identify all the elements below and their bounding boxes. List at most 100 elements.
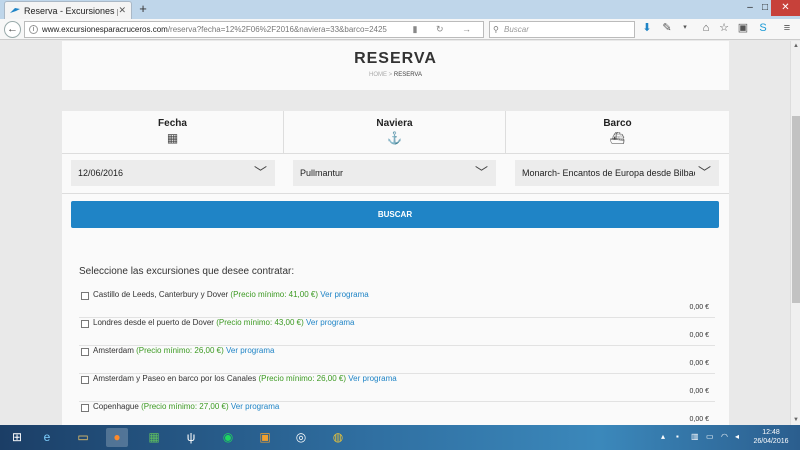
divider — [62, 193, 729, 194]
breadcrumb: HOME > RESERVA — [62, 72, 729, 78]
tab-close-icon[interactable]: ✕ — [118, 5, 126, 16]
ver-programa-link[interactable]: Ver programa — [306, 318, 354, 327]
list-item: Amsterdam y Paseo en barco por los Canal… — [79, 374, 715, 402]
scroll-down-icon[interactable]: ▼ — [791, 415, 800, 425]
scroll-up-icon[interactable]: ▲ — [791, 41, 800, 51]
skype-icon[interactable]: S — [757, 22, 769, 34]
excursion-price: (Precio mínimo: 43,00 €) — [216, 318, 304, 327]
fecha-label: Fecha — [158, 118, 187, 129]
excursion-amount: 0,00 € — [689, 416, 709, 423]
network-icon[interactable]: ▥ — [691, 432, 699, 441]
windows-start-icon[interactable]: ⊞ — [6, 428, 28, 447]
dropdown-arrow-icon[interactable]: ▾ — [679, 22, 691, 34]
excursion-checkbox[interactable] — [81, 376, 89, 384]
divider — [62, 153, 729, 154]
excursion-checkbox[interactable] — [81, 348, 89, 356]
excursion-checkbox[interactable] — [81, 292, 89, 300]
search-icon: ⚲ — [493, 25, 499, 34]
excursion-checkbox[interactable] — [81, 320, 89, 328]
fecha-column: Fecha ▦ — [62, 111, 284, 153]
ver-programa-link[interactable]: Ver programa — [231, 402, 279, 411]
chevron-down-icon: ﹀ — [474, 165, 488, 180]
url-path: /reserva?fecha=12%2F06%2F2016&naviera=33… — [167, 25, 387, 34]
battery-icon[interactable]: ▭ — [706, 432, 714, 441]
clipboard-icon[interactable]: ▣ — [737, 22, 749, 34]
barco-label: Barco — [603, 118, 632, 129]
search-input[interactable]: ⚲ Buscar — [489, 21, 635, 38]
system-clock[interactable]: 12:48 26/04/2016 — [748, 428, 794, 446]
file-explorer-icon[interactable]: ▭ — [72, 428, 94, 447]
excursion-amount: 0,00 € — [689, 360, 709, 367]
excursion-name: Copenhague — [93, 402, 139, 411]
download-icon[interactable]: ⬇ — [641, 22, 653, 34]
barco-column: Barco ⛴ — [506, 111, 729, 153]
excursion-name: Londres desde el puerto de Dover — [93, 318, 214, 327]
ver-programa-link[interactable]: Ver programa — [348, 374, 396, 383]
ver-programa-link[interactable]: Ver programa — [226, 346, 274, 355]
info-icon[interactable]: i — [29, 25, 38, 34]
naviera-select[interactable]: Pullmantur ﹀ — [293, 160, 496, 186]
naviera-column: Naviera ⚓ — [284, 111, 506, 153]
reload-icon[interactable]: ▮ ↻ → — [413, 24, 480, 35]
firefox-icon[interactable]: ● — [106, 428, 128, 447]
excursion-price: (Precio mínimo: 26,00 €) — [136, 346, 224, 355]
tab-title: Reserva - Excursiones para... — [24, 5, 118, 16]
wifi-icon[interactable]: ◠ — [721, 432, 728, 441]
address-bar[interactable]: i www.excursionesparacruceros.com /reser… — [24, 21, 484, 38]
bookmark-star-icon[interactable]: ☆ — [718, 22, 730, 34]
browser-tab[interactable]: Reserva - Excursiones para... ✕ — [4, 1, 132, 19]
food-drink-icon[interactable]: ψ — [180, 428, 202, 447]
scrollbar-thumb[interactable] — [792, 116, 800, 303]
spotify-icon[interactable]: ◉ — [217, 428, 239, 447]
back-button[interactable]: ← — [4, 21, 21, 38]
close-window-button[interactable]: ✕ — [771, 0, 800, 16]
list-item: Copenhague (Precio mínimo: 27,00 €) Ver … — [79, 402, 715, 425]
store-icon[interactable]: ▦ — [143, 428, 165, 447]
site-favicon-icon — [10, 8, 20, 13]
tray-expand-icon[interactable]: ▴ — [661, 432, 665, 441]
page-title: RESERVA — [354, 50, 437, 67]
tray-app-icon[interactable]: ▪ — [676, 432, 679, 441]
ver-programa-link[interactable]: Ver programa — [320, 290, 368, 299]
new-tab-button[interactable]: + — [136, 2, 150, 16]
excursion-intro: Seleccione las excursiones que desee con… — [79, 266, 295, 277]
excursion-price: (Precio mínimo: 41,00 €) — [230, 290, 319, 299]
excursion-name: Amsterdam y Paseo en barco por los Canal… — [93, 374, 257, 383]
taskbar: ⊞ e ▭ ● ▦ ψ ◉ ▣ ◎ ◍ ▴ ▪ ▥ ▭ ◠ ◂ 12:48 26… — [0, 425, 800, 450]
excursion-amount: 0,00 € — [689, 304, 709, 311]
search-button[interactable]: BUSCAR — [71, 201, 719, 228]
list-item: Castillo de Leeds, Canterbury y Dover (P… — [79, 290, 715, 318]
url-domain: www.excursionesparacruceros.com — [42, 25, 168, 34]
page-viewport: RESERVA HOME > RESERVA Fecha ▦ Naviera ⚓… — [0, 41, 790, 425]
breadcrumb-home[interactable]: HOME — [369, 72, 387, 78]
extension-icon[interactable]: ✎ — [661, 22, 673, 34]
breadcrumb-current: RESERVA — [393, 72, 422, 78]
fecha-select[interactable]: 12/06/2016 ﹀ — [71, 160, 275, 186]
chevron-down-icon: ﹀ — [253, 165, 267, 180]
excursion-amount: 0,00 € — [689, 332, 709, 339]
search-placeholder: Buscar — [504, 25, 529, 34]
list-item: Londres desde el puerto de Dover (Precio… — [79, 318, 715, 346]
excursion-price: (Precio mínimo: 26,00 €) — [258, 374, 347, 383]
fecha-value: 12/06/2016 — [78, 168, 124, 178]
volume-icon[interactable]: ◂ — [735, 432, 739, 441]
chrome-icon[interactable]: ◍ — [327, 428, 349, 447]
ship-icon: ⛴ — [609, 131, 626, 145]
barco-value: Monarch- Encantos de Europa desde Bilbao — [522, 168, 699, 178]
app-icon[interactable]: ▣ — [254, 428, 276, 447]
excursion-price: (Precio mínimo: 27,00 €) — [141, 402, 229, 411]
chevron-down-icon: ﹀ — [694, 160, 711, 186]
excursion-name: Amsterdam — [93, 346, 134, 355]
barco-select[interactable]: Monarch- Encantos de Europa desde Bilbao… — [515, 160, 719, 186]
home-icon[interactable]: ⌂ — [700, 22, 712, 34]
menu-icon[interactable]: ≡ — [781, 22, 793, 34]
vertical-scrollbar[interactable]: ▲ ▼ — [790, 41, 800, 425]
clock-date: 26/04/2016 — [753, 438, 789, 445]
anchor-icon: ⚓ — [387, 131, 402, 145]
excursion-checkbox[interactable] — [81, 404, 89, 412]
internet-explorer-icon[interactable]: e — [36, 428, 58, 447]
excursion-list: Seleccione las excursiones que desee con… — [62, 246, 729, 425]
tab-bar: Reserva - Excursiones para... ✕ + – □ ✕ — [0, 0, 800, 19]
sync-icon[interactable]: ◎ — [290, 428, 312, 447]
calendar-icon: ▦ — [166, 131, 179, 145]
